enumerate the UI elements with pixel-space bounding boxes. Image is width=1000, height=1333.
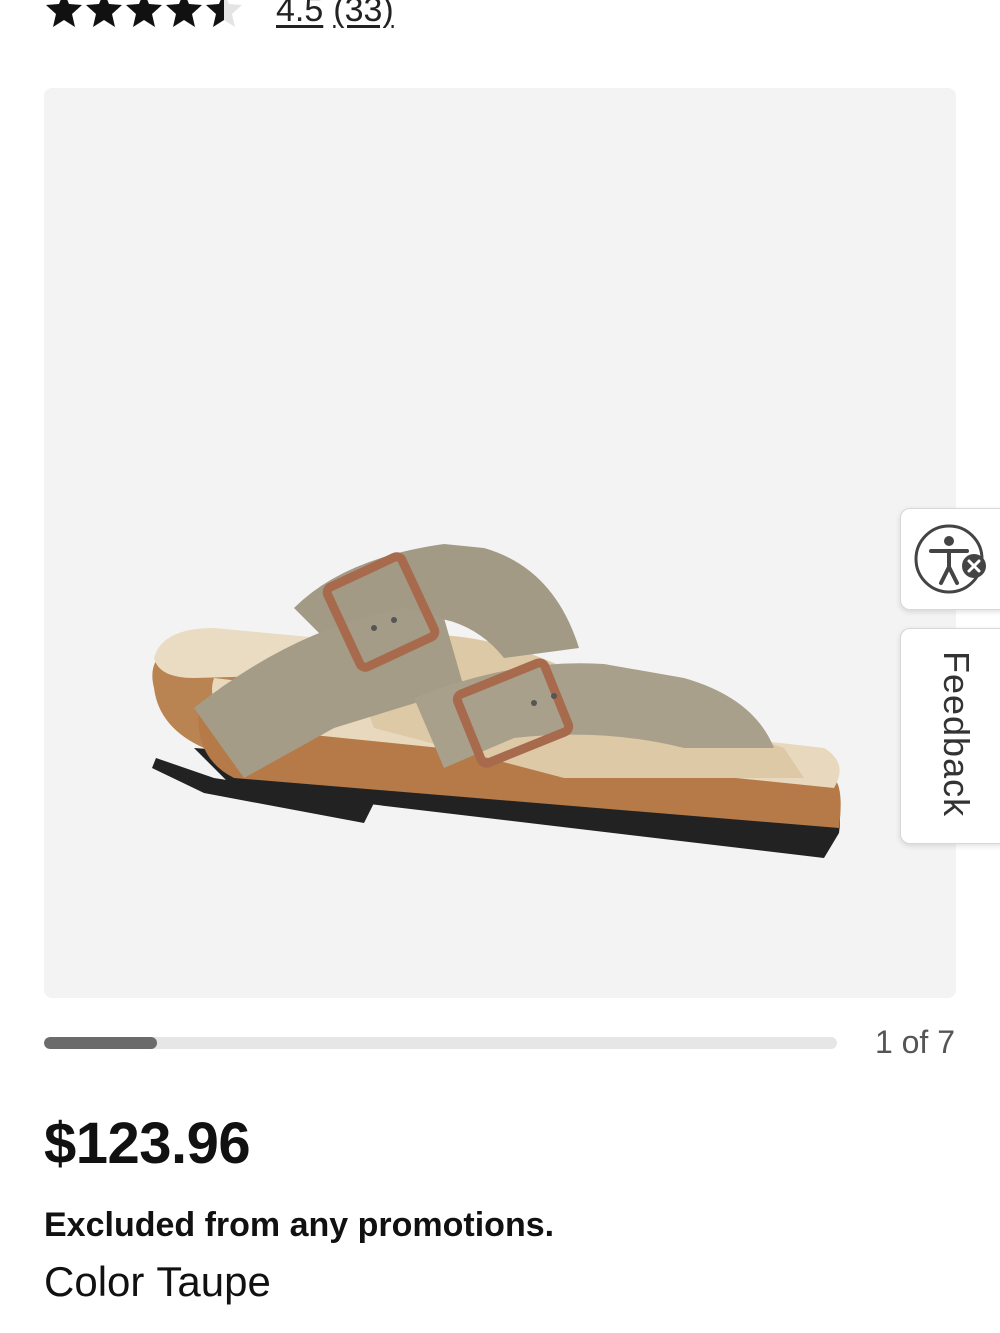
star-icon [126,0,162,27]
gallery-counter: 1 of 7 [874,1024,955,1060]
rating-value: 4.5 [276,0,324,29]
star-rating [44,0,244,30]
gallery-progress-bar [44,1037,837,1049]
gallery-progress-fill [44,1037,158,1049]
feedback-tab[interactable]: Feedback [900,628,1000,844]
star-icon [86,0,122,27]
star-icon [46,0,82,27]
star-icon [206,0,242,27]
review-count: (33) [333,0,394,29]
product-image-gallery[interactable] [44,88,956,998]
color-selection: Color Taupe [44,1258,271,1306]
promo-exclusion-note: Excluded from any promotions. [44,1206,555,1244]
feedback-label: Feedback [936,651,977,818]
color-value: Taupe [156,1258,271,1305]
rating-reviews-link[interactable]: 4.5 (33) [276,0,404,30]
sandal-product-image [152,544,841,858]
rating-row: 4.5 (33) [44,0,404,34]
accessibility-icon [914,524,986,594]
star-icon [166,0,202,27]
accessibility-button[interactable] [900,508,1000,610]
color-label: Color [44,1258,145,1305]
product-price: $123.96 [44,1111,251,1176]
